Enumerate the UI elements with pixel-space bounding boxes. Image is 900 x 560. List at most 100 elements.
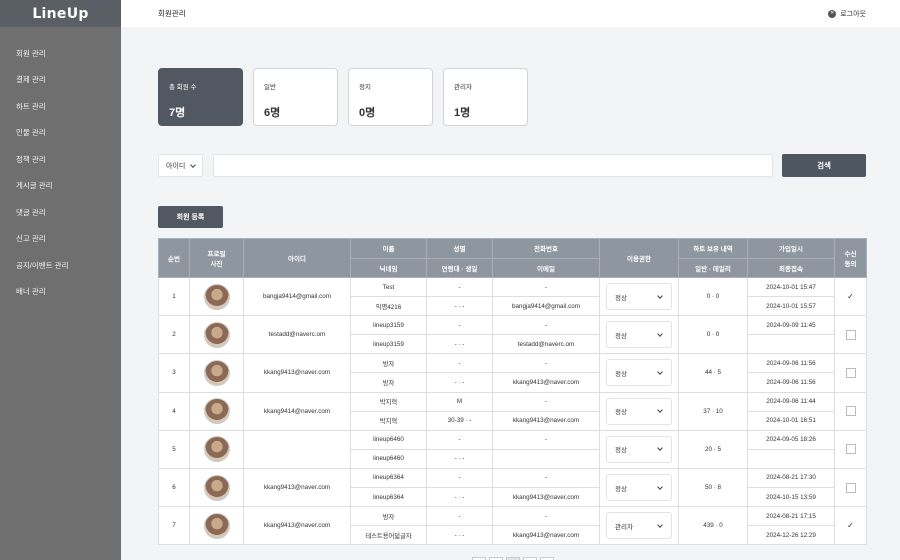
cell-joined: 2024-09-09 11:45 bbox=[747, 315, 835, 336]
search-row: 아이디 검색 bbox=[158, 154, 866, 177]
avatar[interactable] bbox=[203, 283, 230, 310]
permission-select[interactable]: 정상 bbox=[606, 474, 672, 502]
cell-joined: 2024-08-21 17:30 bbox=[747, 467, 835, 489]
cell-name: 방자 bbox=[350, 353, 427, 374]
permission-select[interactable]: 정상 bbox=[606, 283, 672, 311]
cell-no: 5 bbox=[158, 429, 190, 469]
cell-id: testadd@naverc.om bbox=[243, 315, 351, 355]
avatar[interactable] bbox=[203, 321, 230, 348]
table-row[interactable]: 7 kkang9413@naver.com 방자 - - 관리자 439 · 0 2024-0… bbox=[158, 506, 867, 546]
avatar[interactable] bbox=[203, 398, 230, 425]
sidebar-item-notices[interactable]: 공지/이벤트 관리 bbox=[0, 252, 121, 279]
sidebar-item-comments[interactable]: 댓글 관리 bbox=[0, 199, 121, 226]
stat-card-normal[interactable]: 일반 6명 bbox=[253, 68, 338, 126]
sidebar-item-people[interactable]: 인물 관리 bbox=[0, 120, 121, 147]
logo-bar: LineUp bbox=[0, 0, 121, 27]
cell-receive: ✓ bbox=[834, 506, 867, 546]
cell-nickname: 테스트용어덟글자 bbox=[350, 525, 427, 546]
cell-receive bbox=[834, 429, 867, 469]
permission-select[interactable]: 정상 bbox=[606, 435, 672, 463]
receive-checkbox[interactable]: ✓ bbox=[845, 520, 856, 531]
table-row[interactable]: 6 kkang9413@naver.com lineup6364- - 정상 50 · 8… bbox=[158, 467, 867, 508]
stat-card-admin[interactable]: 관리자 1명 bbox=[443, 68, 528, 126]
logout-label: 로그아웃 bbox=[840, 10, 866, 18]
receive-checkbox[interactable]: ✓ bbox=[845, 291, 856, 302]
receive-checkbox[interactable] bbox=[845, 367, 856, 378]
sidebar-item-reports[interactable]: 신고 관리 bbox=[0, 226, 121, 253]
avatar[interactable] bbox=[203, 359, 230, 386]
sidebar-item-posts[interactable]: 게시글 관리 bbox=[0, 173, 121, 200]
cell-photo bbox=[189, 506, 244, 546]
stat-label: 일반 bbox=[264, 84, 276, 91]
stat-card-total[interactable]: 총 회원 수 7명 bbox=[158, 68, 243, 126]
app-logo[interactable]: LineUp bbox=[32, 6, 88, 22]
search-button[interactable]: 검색 bbox=[782, 154, 866, 177]
stat-cards: 총 회원 수 7명 일반 6명 정지 0명 관리자 1명 bbox=[158, 68, 528, 126]
receive-checkbox[interactable] bbox=[845, 406, 856, 417]
table-row[interactable]: 2 testadd@naverc.om lineup3159- - 정상 0 · 0 202… bbox=[158, 315, 867, 355]
col-header-receive: 수신 동의 bbox=[834, 238, 867, 278]
cell-hearts: 44 · 5 bbox=[678, 353, 748, 393]
chevron-down-icon bbox=[657, 521, 663, 528]
receive-checkbox[interactable] bbox=[845, 444, 856, 455]
cell-nickname: lineup6364 bbox=[350, 487, 427, 508]
cell-photo bbox=[189, 276, 244, 317]
cell-phone: - bbox=[492, 429, 600, 450]
cell-photo bbox=[189, 315, 244, 355]
cell-id: kkang9413@naver.com bbox=[243, 506, 351, 546]
cell-email: kkang9413@naver.com bbox=[492, 487, 600, 508]
cell-name: lineup3159 bbox=[350, 315, 427, 336]
receive-checkbox[interactable] bbox=[845, 482, 856, 493]
permission-select[interactable]: 정상 bbox=[606, 359, 672, 387]
table-row[interactable]: 5 lineup6460- - 정상 20 · 5 2024-09-05 18:26 bbox=[158, 429, 867, 469]
cell-gender: - bbox=[426, 315, 493, 336]
col-header-gender: 성별 bbox=[426, 238, 493, 259]
avatar[interactable] bbox=[203, 474, 230, 501]
table-row[interactable]: 1 bangja9414@gmail.com Test - - 정상 0 · 0 2024-1… bbox=[158, 276, 867, 317]
sidebar-item-hearts[interactable]: 하트 관리 bbox=[0, 93, 121, 120]
cell-hearts: 20 · 5 bbox=[678, 429, 748, 469]
permission-select[interactable]: 관리자 bbox=[606, 512, 672, 540]
register-member-button[interactable]: 회원 등록 bbox=[158, 206, 223, 228]
cell-photo bbox=[189, 353, 244, 393]
stat-card-suspended[interactable]: 정지 0명 bbox=[348, 68, 433, 126]
cell-hearts: 0 · 0 bbox=[678, 315, 748, 355]
cell-permission: 정상 bbox=[599, 391, 679, 431]
cell-permission: 정상 bbox=[599, 276, 679, 317]
table-row[interactable]: 4 kkang9414@naver.com 박지혁 M - 정상 37 · 10 2024-0… bbox=[158, 391, 867, 431]
cell-last-login: 2024-10-01 15:57 bbox=[747, 296, 835, 317]
members-table: 순번 프로필 사진 아이디 이름 성별 전화번호 이용권한 하트 보유 내역 가… bbox=[158, 238, 867, 546]
sidebar-item-banners[interactable]: 배너 관리 bbox=[0, 279, 121, 306]
cell-email: kkang9413@naver.com bbox=[492, 372, 600, 393]
search-input[interactable] bbox=[213, 154, 773, 177]
sidebar-item-members[interactable]: 회원 관리 bbox=[0, 40, 121, 67]
permission-select[interactable]: 정상 bbox=[606, 397, 672, 425]
cell-nickname: lineup3159 bbox=[350, 334, 427, 355]
receive-checkbox[interactable] bbox=[845, 329, 856, 340]
avatar[interactable] bbox=[203, 512, 230, 539]
cell-age-birth: - · - bbox=[426, 334, 493, 355]
sidebar-item-policy[interactable]: 정책 관리 bbox=[0, 146, 121, 173]
cell-id: kkang9413@naver.com bbox=[243, 353, 351, 393]
logout-button[interactable]: ✕ 로그아웃 bbox=[828, 9, 866, 19]
cell-email: kkang9413@naver.com bbox=[492, 525, 600, 546]
cell-hearts: 0 · 0 bbox=[678, 276, 748, 317]
chevron-down-icon bbox=[657, 445, 663, 452]
cell-hearts: 439 · 0 bbox=[678, 506, 748, 546]
search-field-select[interactable]: 아이디 bbox=[158, 154, 203, 177]
cell-last-login: 2024-10-15 13:59 bbox=[747, 487, 835, 508]
cell-joined: 2024-09-05 18:26 bbox=[747, 429, 835, 450]
cell-nickname: 방자 bbox=[350, 372, 427, 393]
table-row[interactable]: 3 kkang9413@naver.com 방자 - - 정상 44 · 5 2024-09-… bbox=[158, 353, 867, 393]
cell-no: 2 bbox=[158, 315, 190, 355]
col-header-email: 이메일 bbox=[492, 257, 600, 278]
sidebar-item-payments[interactable]: 결제 관리 bbox=[0, 67, 121, 94]
cell-joined: 2024-08-21 17:15 bbox=[747, 506, 835, 527]
permission-select[interactable]: 정상 bbox=[606, 321, 672, 349]
avatar[interactable] bbox=[203, 436, 230, 463]
search-field-value: 아이디 bbox=[166, 162, 186, 170]
col-header-permission: 이용권한 bbox=[599, 238, 679, 278]
permission-value: 관리자 bbox=[615, 523, 633, 531]
cell-last-login: 2024-10-01 16:51 bbox=[747, 410, 835, 431]
chevron-down-icon bbox=[657, 483, 663, 490]
